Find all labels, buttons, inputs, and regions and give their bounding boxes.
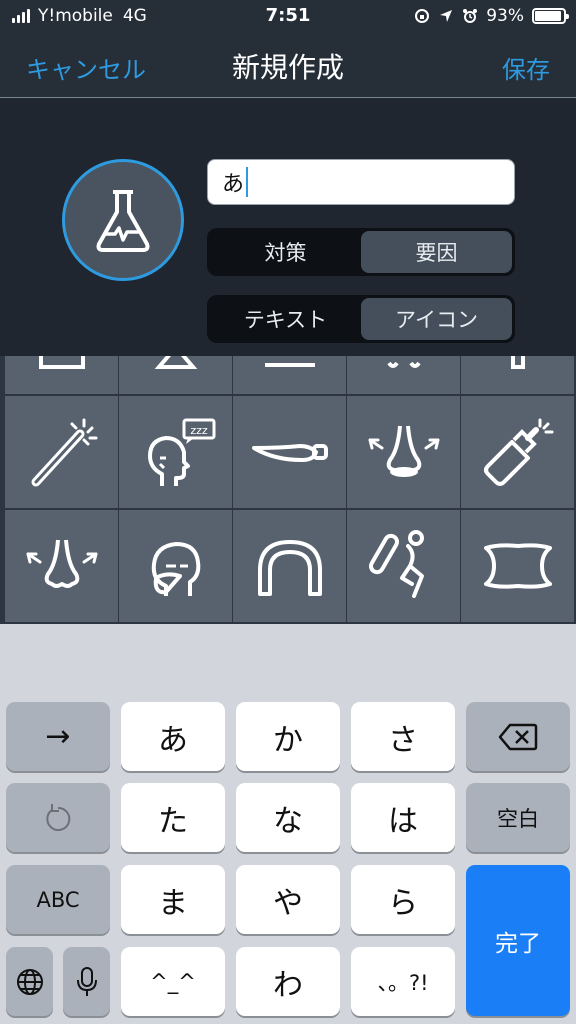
icon-cell[interactable] xyxy=(5,396,118,508)
location-icon xyxy=(440,10,453,22)
key-ra[interactable]: ら xyxy=(351,865,455,934)
key-arrow-right[interactable]: → xyxy=(6,702,110,771)
key-punctuation-label: 、。?! xyxy=(377,970,429,995)
magic-wand-icon xyxy=(31,418,97,487)
partial-icon xyxy=(510,356,525,369)
globe-icon xyxy=(16,968,43,995)
icon-cell[interactable] xyxy=(5,510,118,622)
nose-breath-icon xyxy=(368,425,439,477)
key-punctuation[interactable]: 、。?! xyxy=(351,947,455,1016)
key-globe[interactable] xyxy=(6,947,53,1016)
page-title: 新規作成 xyxy=(231,51,344,84)
pillow-icon xyxy=(483,543,552,589)
key-space[interactable]: 空白 xyxy=(466,783,570,852)
icon-cell[interactable] xyxy=(461,510,574,622)
partial-icon xyxy=(154,356,197,369)
name-input[interactable]: あ xyxy=(207,159,515,205)
nose-icon xyxy=(26,539,97,588)
sleeping-head-icon: zzz xyxy=(147,418,215,486)
key-emoticon[interactable]: ^_^ xyxy=(121,947,225,1016)
key-abc-label: ABC xyxy=(36,887,80,912)
pillow-exercise-icon xyxy=(368,530,424,598)
mouthguard-icon xyxy=(257,540,322,596)
key-a[interactable]: あ xyxy=(121,702,225,771)
flask-icon xyxy=(96,190,150,252)
icon-grid: zzz xyxy=(0,356,576,624)
icon-cell[interactable] xyxy=(119,510,232,622)
mic-icon xyxy=(76,966,97,996)
key-emoticon-label: ^_^ xyxy=(150,969,196,994)
type-segmented-control: 対策 要因 xyxy=(207,228,515,276)
partial-icon xyxy=(38,356,85,369)
battery-percent: 93% xyxy=(486,6,524,26)
mask-face-icon xyxy=(151,542,200,596)
avatar-icon-button[interactable] xyxy=(62,159,184,281)
icon-cell[interactable] xyxy=(233,510,346,622)
icon-cell[interactable] xyxy=(347,396,460,508)
key-undo[interactable] xyxy=(6,783,110,852)
key-ka[interactable]: か xyxy=(236,702,340,771)
name-input-value: あ xyxy=(222,172,245,197)
partial-icon xyxy=(264,363,315,367)
partial-icon xyxy=(386,361,421,368)
undo-icon xyxy=(46,803,71,831)
segment-text[interactable]: テキスト xyxy=(210,298,361,340)
key-ya[interactable]: や xyxy=(236,865,340,934)
icon-cell[interactable] xyxy=(461,356,574,394)
key-abc[interactable]: ABC xyxy=(6,865,110,934)
icon-cell[interactable] xyxy=(461,396,574,508)
icon-cell[interactable] xyxy=(347,510,460,622)
key-ma[interactable]: ま xyxy=(121,865,225,934)
mode-segmented-control: テキスト アイコン xyxy=(207,295,515,343)
rotation-lock-icon xyxy=(415,9,430,23)
navigation-bar: キャンセル 新規作成 保存 xyxy=(0,34,576,98)
key-delete[interactable] xyxy=(466,702,570,771)
icon-cell[interactable] xyxy=(233,356,346,394)
key-mic[interactable] xyxy=(63,947,110,1016)
battery-fill xyxy=(535,11,562,21)
save-button[interactable]: 保存 xyxy=(502,50,550,85)
nasal-spray-icon xyxy=(483,418,553,486)
icon-cell[interactable] xyxy=(119,356,232,394)
icon-cell[interactable] xyxy=(233,396,346,508)
delete-icon xyxy=(498,723,538,750)
icon-cell[interactable] xyxy=(347,356,460,394)
text-caret xyxy=(246,167,249,197)
segment-icon[interactable]: アイコン xyxy=(361,298,512,340)
icon-cell[interactable] xyxy=(5,356,118,394)
key-space-label: 空白 xyxy=(497,806,539,831)
alarm-icon xyxy=(463,9,478,23)
pepper-icon xyxy=(251,444,328,462)
key-na[interactable]: な xyxy=(236,783,340,852)
key-done[interactable]: 完了 xyxy=(466,865,570,1016)
icon-cell[interactable]: zzz xyxy=(119,396,232,508)
segment-cause[interactable]: 要因 xyxy=(361,231,512,273)
key-ta[interactable]: た xyxy=(121,783,225,852)
item-editor: あ 対策 要因 テキスト アイコン xyxy=(0,99,576,356)
key-ha[interactable]: は xyxy=(351,783,455,852)
keyboard: → あ か さ た な は 空白 ABC ま や ら 完了 ^_^ わ 、。?! xyxy=(0,624,576,1024)
svg-text:zzz: zzz xyxy=(190,424,208,437)
key-sa[interactable]: さ xyxy=(351,702,455,771)
status-bar: Y!mobile 4G 7:51 93% xyxy=(0,0,576,34)
key-wa[interactable]: わ xyxy=(236,947,340,1016)
battery-icon xyxy=(532,8,569,24)
segment-countermeasure[interactable]: 対策 xyxy=(210,231,361,273)
